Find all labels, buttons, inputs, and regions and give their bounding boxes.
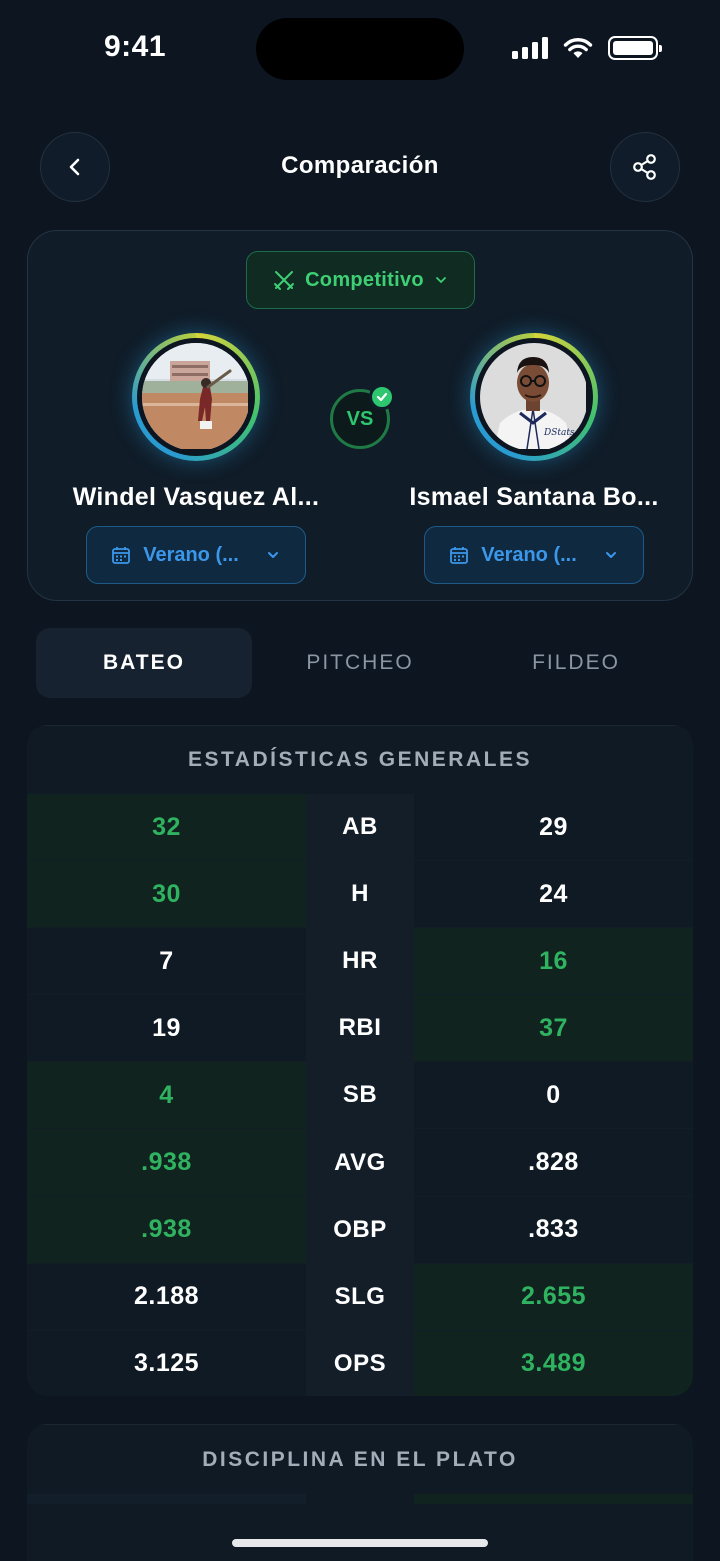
stat-value-right: 2.655 [414,1263,693,1331]
header: Comparación [0,132,720,204]
mode-label: Competitivo [305,268,424,291]
vs-label: VS [346,407,374,430]
stat-label: OPS [306,1330,414,1396]
dynamic-island [256,18,464,80]
stat-category-tabs: BATEO PITCHEO FILDEO [36,628,684,698]
stat-value-left: .938 [27,1129,306,1197]
table-row: 3.125 OPS 3.489 [27,1330,693,1396]
season-selector-left[interactable]: Verano (... [86,526,306,584]
player-right: DStats Ismael Santana Bo... Verano (... [384,333,684,584]
stat-label: HR [306,928,414,996]
stat-value-left: 3.125 [27,1330,306,1396]
stats-table: 32 AB 29 30 H 24 7 HR 16 19 RBI 37 4 SB 0.938 AVG .828.9… [27,794,693,1396]
table-row: 32 AB 29 [27,794,693,862]
season-selector-right[interactable]: Verano (... [424,526,644,584]
stat-value-left: 2.188 [27,1263,306,1331]
chevron-down-icon [436,277,446,283]
stat-value-right: .828 [414,1129,693,1197]
stat-label: AVG [306,1129,414,1197]
table-row: 4 SB 0 [27,1062,693,1130]
stat-value-right: 3.489 [414,1330,693,1396]
vs-badge: VS [330,384,395,449]
stat-label: SB [306,1062,414,1130]
tab-pitcheo[interactable]: PITCHEO [252,628,468,698]
battery-icon [608,36,662,60]
table-row: 19 RBI 37 [27,995,693,1063]
stat-value-right: 24 [414,861,693,929]
stat-value-right: 37 [414,995,693,1063]
player-avatar-right[interactable]: DStats [470,333,598,461]
stat-value-right: 16 [414,928,693,996]
stat-label: RBI [306,995,414,1063]
status-icons [512,36,662,60]
season-label-right: Verano (... [481,543,577,566]
table-row: 30 H 24 [27,861,693,929]
stat-value-left: 4 [27,1062,306,1130]
stat-value-left: 7 [27,928,306,996]
stat-value-left: 30 [27,861,306,929]
stat-value-right: 0 [414,1062,693,1130]
svg-text:DStats: DStats [543,428,575,438]
crossed-swords-icon [274,271,295,290]
table-row [27,1494,693,1504]
table-row: .938 OBP .833 [27,1196,693,1264]
season-label-left: Verano (... [143,543,239,566]
stat-value-right: 29 [414,794,693,862]
wifi-icon [563,38,593,58]
general-stats-card: ESTADÍSTICAS GENERALES 32 AB 29 30 H 24 7 HR 16 1… [27,725,693,1396]
share-button[interactable] [610,132,680,202]
chevron-down-icon [605,552,616,558]
player-avatar-left[interactable] [132,333,260,461]
section-title: ESTADÍSTICAS GENERALES [27,725,693,794]
stat-value-left: 19 [27,995,306,1063]
chevron-down-icon [267,552,278,558]
share-icon [633,154,656,180]
stat-label: AB [306,794,414,862]
status-time: 9:41 [104,30,167,63]
home-indicator [232,1539,488,1547]
stat-value-left: 32 [27,794,306,862]
table-row: 7 HR 16 [27,928,693,996]
stat-label: H [306,861,414,929]
tab-fildeo[interactable]: FILDEO [468,628,684,698]
stat-value-right: .833 [414,1196,693,1264]
calendar-icon [112,547,131,564]
player-left: Windel Vasquez Al... Verano (... [46,333,346,584]
player-name-right: Ismael Santana Bo... [409,483,659,511]
stat-label: SLG [306,1263,414,1331]
calendar-icon [450,547,469,564]
mode-selector[interactable]: Competitivo [246,251,475,309]
section-title: DISCIPLINA EN EL PLATO [27,1424,693,1494]
stat-value-left: .938 [27,1196,306,1264]
table-row: .938 AVG .828 [27,1129,693,1197]
table-row: 2.188 SLG 2.655 [27,1263,693,1331]
signal-icon [512,37,548,59]
player-photo-right: DStats [480,343,588,451]
player-photo-left [142,343,250,451]
tab-bateo[interactable]: BATEO [36,628,252,698]
player-name-left: Windel Vasquez Al... [72,483,320,511]
status-bar: 9:41 [0,0,720,100]
stat-label: OBP [306,1196,414,1264]
comparison-card: Competitivo Windel Vasquez Al... Verano … [27,230,693,601]
